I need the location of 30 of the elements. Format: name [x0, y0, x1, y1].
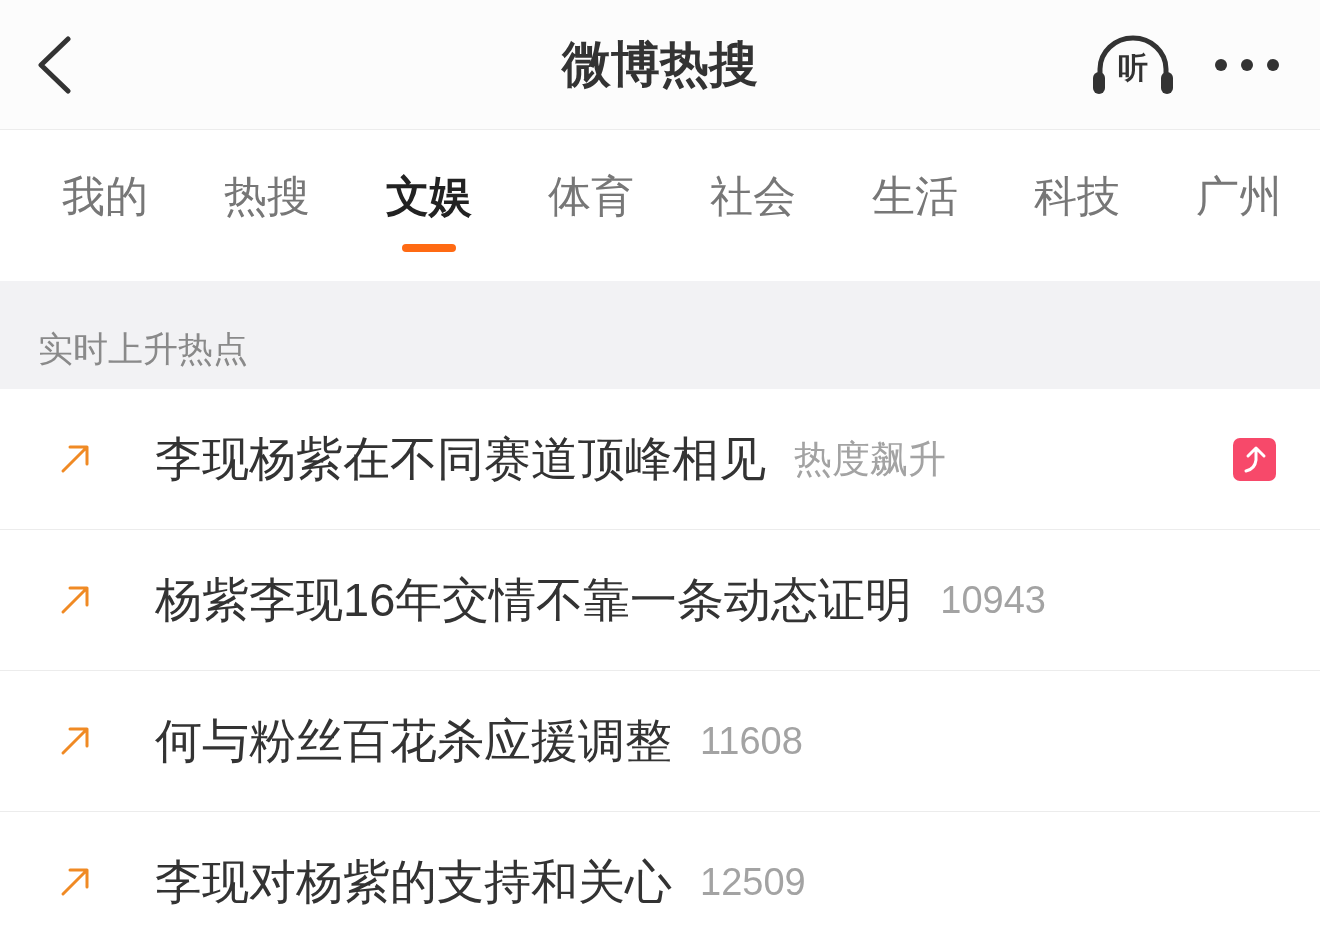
- topic-title: 何与粉丝百花杀应援调整: [155, 712, 672, 769]
- topic-title: 杨紫李现16年交情不靠一条动态证明: [155, 571, 913, 628]
- category-tab[interactable]: 科技: [996, 130, 1158, 281]
- topic-title: 李现杨紫在不同赛道顶峰相见: [155, 430, 766, 487]
- topic-title: 李现对杨紫的支持和关心: [155, 853, 672, 910]
- category-tab[interactable]: 文娱: [348, 130, 510, 281]
- category-tab[interactable]: 生活: [834, 130, 996, 281]
- rising-arrow-icon: [60, 585, 90, 615]
- category-tab[interactable]: 我的: [24, 130, 186, 281]
- section-title: 实时上升热点: [38, 328, 248, 370]
- trending-row[interactable]: 李现对杨紫的支持和关心 12509: [0, 812, 1320, 936]
- rising-arrow-icon: [60, 867, 90, 897]
- category-tab[interactable]: 热搜: [186, 130, 348, 281]
- trending-row[interactable]: 李现杨紫在不同赛道顶峰相见 热度飙升: [0, 389, 1320, 530]
- page-title: 微博热搜: [562, 36, 758, 91]
- heat-value: 11608: [700, 719, 803, 763]
- heat-value: 12509: [700, 860, 806, 904]
- back-icon: [36, 35, 72, 94]
- rising-arrow-icon: [60, 444, 90, 474]
- trending-row[interactable]: 何与粉丝百花杀应援调整 11608: [0, 671, 1320, 812]
- listen-button[interactable]: 听: [1092, 34, 1174, 95]
- headphones-icon: [1092, 34, 1174, 95]
- category-tab[interactable]: 社会: [672, 130, 834, 281]
- rising-arrow-icon: [60, 726, 90, 756]
- category-tab[interactable]: 广州: [1158, 130, 1320, 281]
- more-icon: [1214, 57, 1280, 72]
- heat-value: 热度飙升: [794, 436, 946, 482]
- heat-value: 10943: [940, 578, 1046, 622]
- category-tab[interactable]: 体育: [510, 130, 672, 281]
- trending-row[interactable]: 杨紫李现16年交情不靠一条动态证明 10943: [0, 530, 1320, 671]
